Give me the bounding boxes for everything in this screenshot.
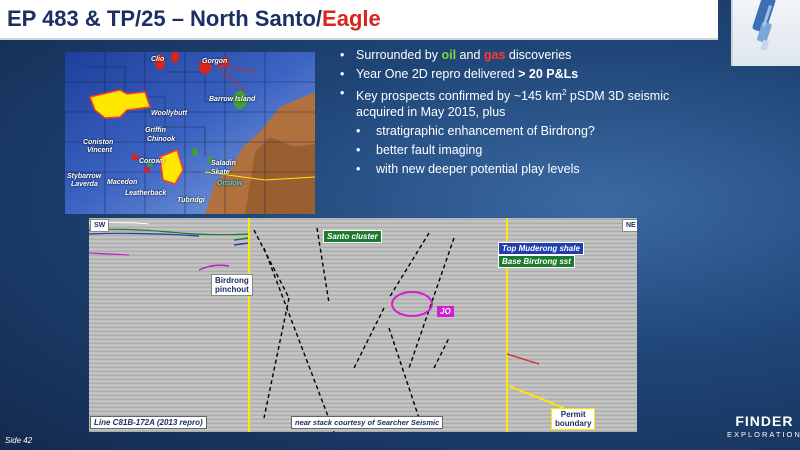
- sub-bullet: stratigraphic enhancement of Birdrong?: [340, 123, 720, 139]
- title-main: EP 483 & TP/25 – North Santo/: [7, 6, 323, 31]
- bullet-text: Year One 2D repro delivered: [356, 67, 519, 81]
- map-label-clio: Clio: [151, 56, 165, 63]
- jo-tag: JO: [437, 306, 454, 317]
- title-bar: EP 483 & TP/25 – North Santo/Eagle: [0, 0, 718, 40]
- line-label: Line C81B-172A (2013 repro): [90, 416, 207, 429]
- santo-cluster-tag: Santo cluster: [323, 230, 382, 243]
- map-label-onslow: Onslow: [217, 180, 243, 187]
- pen-logo-image: [731, 0, 800, 66]
- bullet-text: Key prospects confirmed by ~145 km: [356, 89, 562, 104]
- finder-brand: FINDER: [735, 413, 794, 429]
- map-label-laverda: Laverda: [71, 181, 98, 188]
- sub-bullet: with new deeper potential play levels: [340, 161, 720, 177]
- map-label-woollybutt: Woollybutt: [151, 110, 188, 117]
- sub-bullet: better fault imaging: [340, 142, 720, 158]
- map-label-skate: Skate: [211, 169, 230, 176]
- gas-highlight: gas: [483, 48, 506, 62]
- pinchout-line-1: Birdrong: [215, 276, 249, 285]
- map-label-leatherback: Leatherback: [125, 190, 167, 197]
- top-muderong-tag: Top Muderong shale: [498, 242, 584, 255]
- bullet-discoveries: Surrounded by oil and gas discoveries: [340, 47, 720, 63]
- sw-label: SW: [90, 219, 110, 232]
- pinchout-line-2: pinchout: [215, 285, 249, 294]
- finder-sub: EXPLORATION: [727, 430, 800, 439]
- bullet-repro: Year One 2D repro delivered > 20 P&Ls: [340, 66, 720, 82]
- bullet-text: Surrounded by: [356, 48, 442, 62]
- location-map: Clio Gorgon Barrow Island Woollybutt Gri…: [65, 52, 315, 214]
- map-graphic: [65, 52, 315, 214]
- map-label-barrow: Barrow Island: [209, 96, 256, 103]
- slide-number: Side 42: [5, 436, 33, 445]
- map-label-chinook: Chinook: [147, 136, 175, 143]
- oil-highlight: oil: [441, 48, 457, 62]
- base-birdrong-tag: Base Birdrong sst: [498, 255, 575, 268]
- bullet-text: discoveries: [505, 48, 572, 62]
- ne-label: NE: [622, 219, 637, 232]
- map-label-corowa: Corowa: [139, 158, 165, 165]
- permit-boundary-tag: Permit boundary: [551, 408, 596, 430]
- slide-title: EP 483 & TP/25 – North Santo/Eagle: [7, 6, 381, 32]
- courtesy-label: near stack courtesy of Searcher Seismic: [291, 416, 444, 429]
- bullet-prospects: Key prospects confirmed by ~145 km2 pSDM…: [340, 85, 720, 120]
- map-label-macedon: Macedon: [107, 179, 138, 186]
- seismic-section: SW NE Santo cluster Top Muderong shale B…: [89, 218, 637, 432]
- usb-pen-icon: [752, 0, 776, 51]
- map-label-coniston: Coniston: [83, 139, 114, 146]
- map-label-griffin: Griffin: [145, 127, 166, 134]
- permit-line-1: Permit: [560, 410, 586, 419]
- bullet-bold: > 20 P&Ls: [518, 67, 579, 81]
- map-label-stybarrow: Stybarrow: [67, 173, 102, 180]
- bullet-text: and: [456, 48, 484, 62]
- bullet-list: Surrounded by oil and gas discoveries Ye…: [340, 47, 720, 180]
- map-label-tubridgi: Tubridgi: [177, 197, 205, 204]
- birdrong-pinchout-tag: Birdrong pinchout: [211, 274, 253, 296]
- map-label-gorgon: Gorgon: [202, 58, 228, 65]
- finder-logo: FINDER EXPLORATION: [727, 413, 800, 439]
- map-label-vincent: Vincent: [87, 147, 113, 154]
- permit-line-2: boundary: [555, 419, 592, 428]
- map-label-saladin: Saladin: [211, 160, 236, 167]
- title-accent: Eagle: [322, 6, 381, 31]
